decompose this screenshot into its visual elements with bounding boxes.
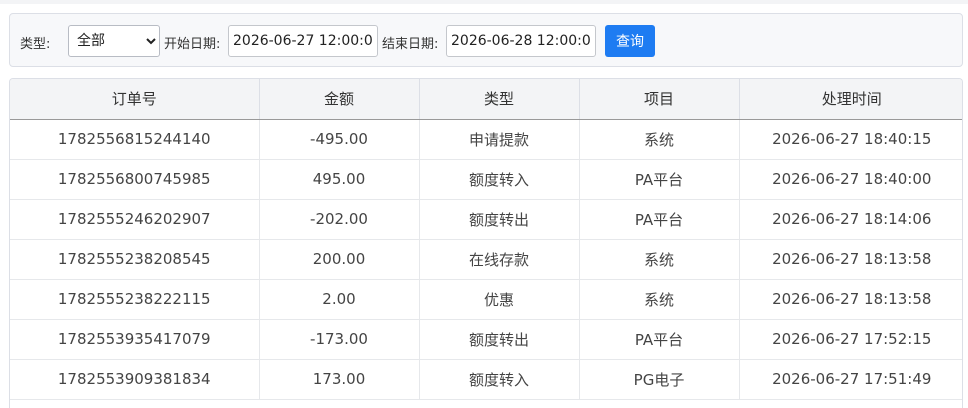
cell-amount: -173.00: [259, 319, 420, 360]
cell-order-no: 1782553909381834: [10, 359, 260, 400]
table-row: 1782553935417079 -173.00 额度转出 PA平台 2026-…: [10, 319, 962, 360]
cell-order-no: 1782556800745985: [10, 159, 260, 200]
cell-item: PG电子: [579, 359, 740, 400]
cell-order-no: 1782555246202907: [10, 199, 260, 240]
cell-processed-time: 2026-06-27 18:40:15: [739, 119, 962, 160]
transactions-table: 订单号 金额 类型 项目 处理时间 1782556815244140 -495.…: [9, 78, 963, 408]
search-button[interactable]: 查询: [605, 25, 655, 57]
table-row: 1782556800745985 495.00 额度转入 PA平台 2026-0…: [10, 159, 962, 200]
header-type[interactable]: 类型: [419, 79, 580, 120]
end-date-input[interactable]: [446, 25, 596, 57]
cell-type: 额度转入: [419, 159, 580, 200]
cell-item: PA平台: [579, 159, 740, 200]
cell-processed-time: 2026-06-27 18:13:58: [739, 239, 962, 280]
cell-processed-time: 2026-06-27 18:13:58: [739, 279, 962, 320]
header-order-no[interactable]: 订单号: [10, 79, 260, 120]
type-label: 类型:: [20, 37, 51, 52]
top-strip: [0, 0, 968, 4]
cell-processed-time: 2026-06-27 17:52:15: [739, 319, 962, 360]
header-amount[interactable]: 金额: [259, 79, 420, 120]
cell-order-no: 1782553935417079: [10, 319, 260, 360]
cell-amount: -202.00: [259, 199, 420, 240]
cell-amount: 495.00: [259, 159, 420, 200]
start-date-input[interactable]: [228, 25, 378, 57]
cell-order-no: 1782555238222115: [10, 279, 260, 320]
table-row: 1782556815244140 -495.00 申请提款 系统 2026-06…: [10, 119, 962, 160]
cell-item: PA平台: [579, 199, 740, 240]
cell-order-no: 1782556815244140: [10, 119, 260, 160]
cell-type: 申请提款: [419, 119, 580, 160]
table-row: 1782555238222115 2.00 优惠 系统 2026-06-27 1…: [10, 279, 962, 320]
header-processed-time[interactable]: 处理时间: [739, 79, 962, 120]
header-item[interactable]: 项目: [579, 79, 740, 120]
cell-amount: -495.00: [259, 119, 420, 160]
cell-item: 系统: [579, 119, 740, 160]
cell-processed-time: 2026-06-27 18:40:00: [739, 159, 962, 200]
cell-amount: 200.00: [259, 239, 420, 280]
cell-type: 优惠: [419, 279, 580, 320]
cell-type: 额度转出: [419, 319, 580, 360]
table-row: 1782553909381834 173.00 额度转入 PG电子 2026-0…: [10, 359, 962, 400]
cell-item: 系统: [579, 239, 740, 280]
cell-processed-time: 2026-06-27 18:14:06: [739, 199, 962, 240]
start-date-label: 开始日期:: [164, 37, 221, 52]
cell-type: 额度转入: [419, 359, 580, 400]
end-date-label: 结束日期:: [382, 37, 439, 52]
cell-item: 系统: [579, 279, 740, 320]
cell-amount: 173.00: [259, 359, 420, 400]
table-row: 1782555246202907 -202.00 额度转出 PA平台 2026-…: [10, 199, 962, 240]
filter-bar: 类型: 全部 开始日期: 结束日期: 查询: [9, 13, 963, 67]
cell-type: 额度转出: [419, 199, 580, 240]
cell-order-no: 1782555238208545: [10, 239, 260, 280]
cell-type: 在线存款: [419, 239, 580, 280]
table-row: 1782555238208545 200.00 在线存款 系统 2026-06-…: [10, 239, 962, 280]
cell-processed-time: 2026-06-27 17:51:49: [739, 359, 962, 400]
type-select[interactable]: 全部: [68, 25, 160, 57]
cell-item: PA平台: [579, 319, 740, 360]
table-header-row: 订单号 金额 类型 项目 处理时间: [10, 79, 962, 120]
cell-amount: 2.00: [259, 279, 420, 320]
